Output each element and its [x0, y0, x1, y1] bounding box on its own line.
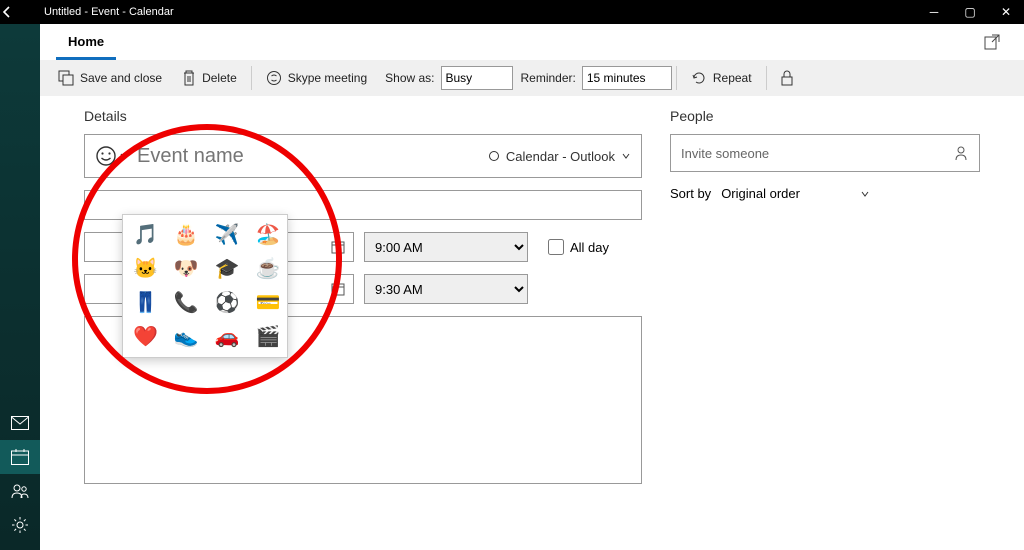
event-name-row: Calendar - Outlook — [84, 134, 642, 178]
emoji-cake-icon[interactable]: 🎂 — [174, 225, 199, 245]
event-name-input[interactable] — [137, 145, 480, 168]
window-controls: ─ ▢ ✕ — [916, 5, 1024, 19]
people-heading: People — [670, 108, 980, 124]
invite-input[interactable]: Invite someone — [670, 134, 980, 172]
emoji-soccer-icon[interactable]: ⚽ — [215, 293, 240, 313]
end-time-select[interactable]: 9:30 AM — [364, 274, 528, 304]
repeat-button[interactable]: Repeat — [681, 60, 762, 96]
emoji-jeans-icon[interactable]: 👖 — [133, 293, 158, 313]
emoji-heart-icon[interactable]: ❤️ — [133, 327, 158, 347]
calendar-icon[interactable] — [0, 440, 40, 474]
start-time-select[interactable]: 9:00 AM — [364, 232, 528, 262]
calendar-label: Calendar - Outlook — [506, 149, 615, 164]
save-and-close-button[interactable]: Save and close — [48, 60, 172, 96]
person-icon — [953, 145, 969, 161]
all-day-checkbox[interactable]: All day — [548, 239, 609, 255]
save-icon — [58, 70, 74, 86]
emoji-phone-icon[interactable]: 📞 — [174, 293, 199, 313]
repeat-icon — [691, 70, 707, 86]
delete-button[interactable]: Delete — [172, 60, 247, 96]
emoji-music-icon[interactable]: 🎵 — [133, 225, 158, 245]
all-day-label: All day — [570, 240, 609, 255]
mail-icon[interactable] — [0, 406, 40, 440]
window-title: Untitled - Event - Calendar — [40, 6, 916, 18]
emoji-car-icon[interactable]: 🚗 — [215, 327, 240, 347]
sort-by-row: Sort by Original order — [670, 186, 980, 201]
emoji-cat-icon[interactable]: 🐱 — [133, 259, 158, 279]
circle-icon — [488, 150, 500, 162]
sort-by-value: Original order — [721, 186, 800, 201]
private-button[interactable] — [771, 60, 803, 96]
save-and-close-label: Save and close — [80, 71, 162, 85]
emoji-shoe-icon[interactable]: 👟 — [174, 327, 199, 347]
repeat-label: Repeat — [713, 71, 752, 85]
emoji-beach-icon[interactable]: 🏖️ — [256, 225, 281, 245]
show-as-label: Show as: — [385, 71, 434, 85]
titlebar: Untitled - Event - Calendar ─ ▢ ✕ — [0, 0, 1024, 24]
emoji-airplane-icon[interactable]: ✈️ — [215, 225, 240, 245]
chevron-down-icon — [621, 151, 631, 161]
calendar-select[interactable]: Calendar - Outlook — [488, 149, 631, 164]
invite-placeholder: Invite someone — [681, 146, 769, 161]
emoji-clapper-icon[interactable]: 🎬 — [256, 327, 281, 347]
settings-icon[interactable] — [0, 508, 40, 542]
people-column: People Invite someone Sort by Original o… — [670, 108, 980, 538]
people-icon[interactable] — [0, 474, 40, 508]
emoji-graduation-icon[interactable]: 🎓 — [215, 259, 240, 279]
emoji-picker-button[interactable] — [95, 145, 129, 167]
chevron-down-icon — [860, 189, 870, 199]
skype-icon — [266, 70, 282, 86]
lock-icon — [781, 70, 793, 86]
sort-by-select[interactable]: Original order — [721, 186, 870, 201]
emoji-dog-icon[interactable]: 🐶 — [174, 259, 199, 279]
minimize-button[interactable]: ─ — [916, 5, 952, 19]
smiley-icon — [95, 145, 117, 167]
emoji-card-icon[interactable]: 💳 — [256, 293, 281, 313]
reminder-label: Reminder: — [521, 71, 576, 85]
left-rail — [0, 24, 40, 550]
show-as-select[interactable] — [441, 66, 513, 90]
sort-by-label: Sort by — [670, 186, 711, 201]
tabbar: Home — [40, 24, 1024, 60]
details-heading: Details — [84, 108, 642, 124]
reminder-select[interactable] — [582, 66, 672, 90]
emoji-popup: 🎵 🎂 ✈️ 🏖️ 🐱 🐶 🎓 ☕ 👖 📞 ⚽ 💳 ❤️ 👟 🚗 🎬 — [122, 214, 288, 358]
ribbon: Save and close Delete Skype meeting Show… — [40, 60, 1024, 96]
main-region: Home Save and close Delete Skype meeting… — [40, 24, 1024, 550]
maximize-button[interactable]: ▢ — [952, 5, 988, 19]
emoji-coffee-icon[interactable]: ☕ — [256, 259, 281, 279]
tab-home[interactable]: Home — [56, 24, 116, 60]
chevron-down-icon — [119, 151, 129, 161]
back-button[interactable] — [0, 5, 40, 19]
close-button[interactable]: ✕ — [988, 5, 1024, 19]
calendar-small-icon — [331, 282, 345, 296]
trash-icon — [182, 70, 196, 86]
all-day-input[interactable] — [548, 239, 564, 255]
delete-label: Delete — [202, 71, 237, 85]
calendar-small-icon — [331, 240, 345, 254]
popout-icon[interactable] — [976, 34, 1008, 50]
skype-meeting-button[interactable]: Skype meeting — [256, 60, 377, 96]
skype-meeting-label: Skype meeting — [288, 71, 367, 85]
